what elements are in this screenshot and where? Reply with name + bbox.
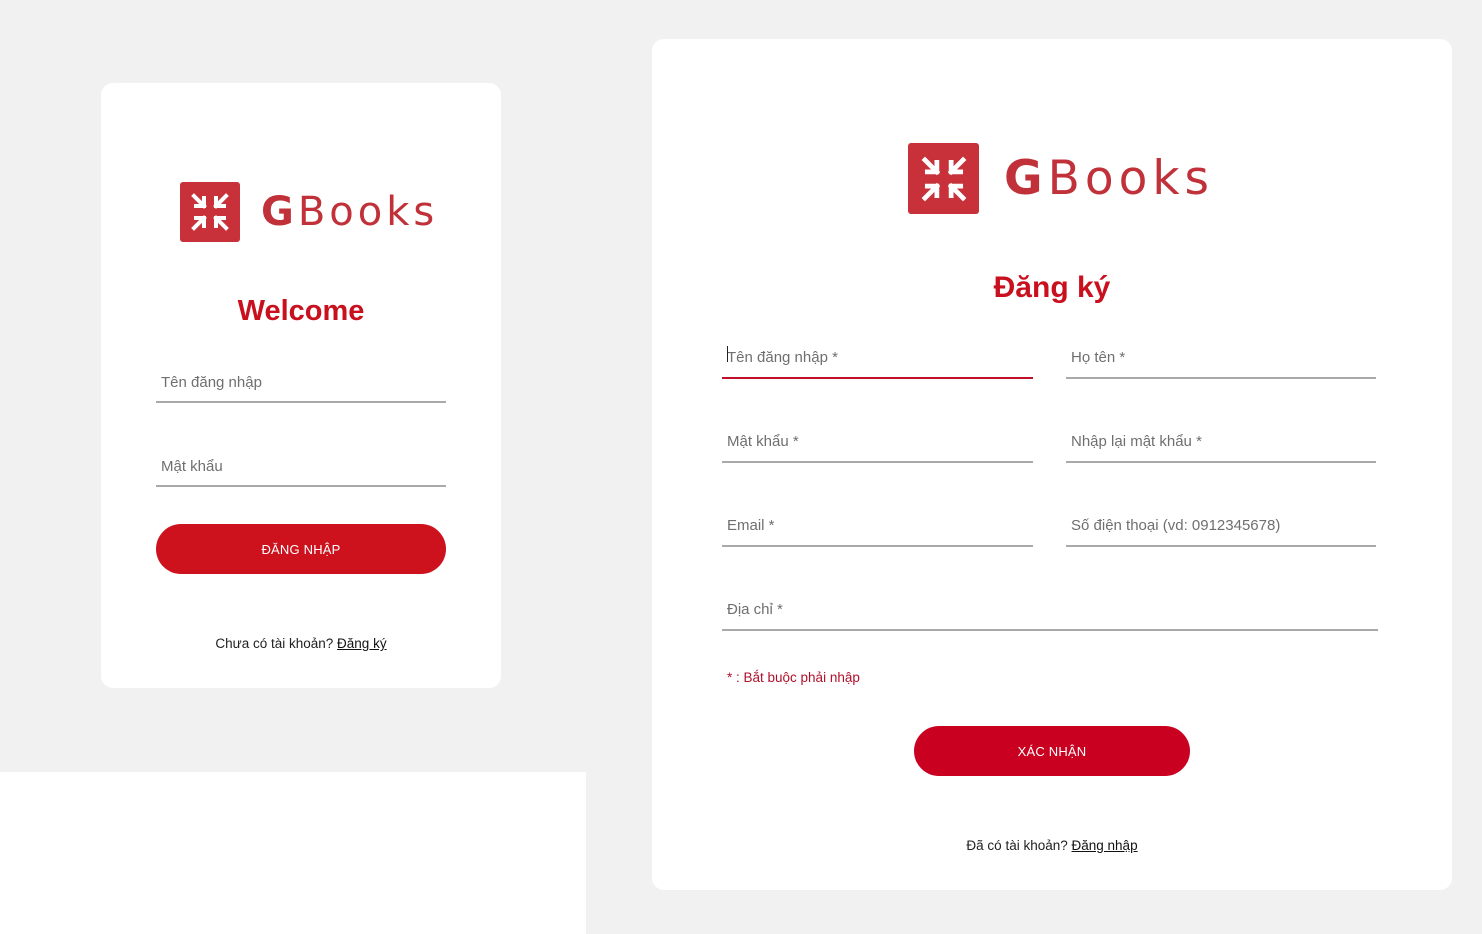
login-link[interactable]: Đăng nhập xyxy=(1072,838,1138,853)
register-title: Đăng ký xyxy=(993,271,1111,304)
register-username-field[interactable] xyxy=(722,337,1033,379)
email-field[interactable] xyxy=(722,505,1033,547)
gbooks-logo: GBooks xyxy=(180,182,438,242)
phone-input[interactable] xyxy=(1066,505,1376,545)
login-button[interactable]: ĐĂNG NHẬP xyxy=(156,524,446,574)
confirm-button[interactable]: XÁC NHẬN xyxy=(914,726,1190,776)
register-prompt: Chưa có tài khoản? Đăng ký xyxy=(101,636,501,651)
text-caret xyxy=(727,346,728,362)
logo-brand-text: GBooks xyxy=(1004,151,1215,206)
login-title: Welcome xyxy=(237,295,365,327)
register-username-input[interactable] xyxy=(722,337,1033,377)
login-card: GBooks Welcome ĐĂNG NHẬP Chưa có tài kho… xyxy=(101,83,501,688)
required-note: * : Bắt buộc phải nhập xyxy=(727,670,860,685)
gbooks-logo: GBooks xyxy=(908,143,1214,214)
login-prompt: Đã có tài khoản? Đăng nhập xyxy=(652,838,1452,853)
username-input[interactable] xyxy=(156,363,446,401)
phone-field[interactable] xyxy=(1066,505,1376,547)
gbooks-logo-icon xyxy=(908,143,979,214)
address-field[interactable] xyxy=(722,589,1378,631)
login-prompt-text: Đã có tài khoản? xyxy=(966,838,1068,853)
password-input[interactable] xyxy=(156,447,446,485)
confirm-password-input[interactable] xyxy=(1066,421,1376,461)
gbooks-logo-icon xyxy=(180,182,240,242)
email-input[interactable] xyxy=(722,505,1033,545)
register-card: GBooks Đăng ký * : Bắt buộc phải nhập XÁ… xyxy=(652,39,1452,890)
fullname-field[interactable] xyxy=(1066,337,1376,379)
register-password-input[interactable] xyxy=(722,421,1033,461)
fullname-input[interactable] xyxy=(1066,337,1376,377)
confirm-password-field[interactable] xyxy=(1066,421,1376,463)
username-field[interactable] xyxy=(156,363,446,403)
address-input[interactable] xyxy=(722,589,1378,629)
register-prompt-text: Chưa có tài khoản? xyxy=(215,636,334,651)
logo-brand-text: GBooks xyxy=(261,189,439,235)
register-link[interactable]: Đăng ký xyxy=(337,636,387,651)
register-password-field[interactable] xyxy=(722,421,1033,463)
password-field[interactable] xyxy=(156,447,446,487)
